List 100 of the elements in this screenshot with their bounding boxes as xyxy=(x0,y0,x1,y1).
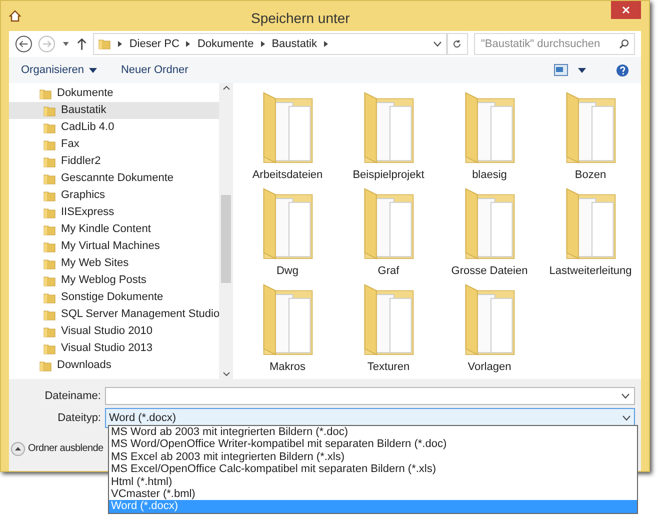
folder-icon xyxy=(39,88,52,100)
caret-icon xyxy=(88,68,97,72)
folder-label: blaesig xyxy=(472,168,507,182)
view-icon[interactable] xyxy=(554,64,568,76)
dropdown-caret-icon xyxy=(621,393,630,399)
tree-item-label: Dokumente xyxy=(57,86,114,102)
folder-icon xyxy=(43,240,56,252)
tree-item[interactable]: SQL Server Management Studio xyxy=(9,306,219,323)
folder-label: Dwg xyxy=(276,264,298,278)
folder-label: Bozen xyxy=(574,168,606,182)
scrollbar[interactable] xyxy=(219,83,233,379)
folder-icon xyxy=(43,326,56,338)
chevron-icon xyxy=(260,41,265,47)
close-button[interactable] xyxy=(611,1,641,19)
tree-item-label: Visual Studio 2010 xyxy=(61,324,153,340)
tree-item-label: My Kindle Content xyxy=(61,222,151,238)
collapse-icon[interactable] xyxy=(11,442,25,456)
search-icon xyxy=(619,39,629,49)
dropdown-option[interactable]: MS Word ab 2003 mit integrierten Bildern (*.doc) xyxy=(109,426,637,438)
tree-item-label: Graphics xyxy=(61,188,106,204)
scrollbar-thumb[interactable] xyxy=(221,195,231,283)
tree-item[interactable]: Dokumente xyxy=(9,85,219,102)
dropdown-option[interactable]: MS Excel/OpenOffice Calc-kompatibel mit separaten Bildern (*.xls) xyxy=(109,463,637,476)
tree-item[interactable]: CadLib 4.0 xyxy=(9,119,219,136)
folder-item[interactable]: blaesig xyxy=(439,87,540,183)
folder-item[interactable]: Texturen xyxy=(338,279,439,375)
toolbar-button[interactable]: Neuer Ordner xyxy=(120,62,188,78)
tree-item-label: Fiddler2 xyxy=(61,154,101,170)
folder-icon xyxy=(43,156,56,168)
dropdown-option[interactable]: MS Excel ab 2003 mit integrierten Bildern (*.xls) xyxy=(109,450,637,464)
folder-item[interactable]: Beispielprojekt xyxy=(338,87,439,183)
tree-item-label: SQL Server Management Studio xyxy=(61,307,219,322)
up-arrow-icon[interactable] xyxy=(76,37,88,51)
tree-item-label: My Weblog Posts xyxy=(61,273,146,288)
folder-icon xyxy=(43,138,56,150)
tree-item-label: My Virtual Machines xyxy=(61,239,160,254)
dropdown-caret-icon[interactable] xyxy=(432,41,442,47)
tree-item[interactable]: My Web Sites xyxy=(9,255,219,272)
folder-item[interactable]: Grosse Dateien xyxy=(439,183,540,279)
folder-icon xyxy=(39,360,52,372)
tree-item[interactable]: Fax xyxy=(9,136,219,153)
dropdown-option[interactable]: VCmaster (*.bml) xyxy=(109,488,637,500)
tree-item[interactable]: Downloads xyxy=(9,357,219,374)
tree-item-label: My Web Sites xyxy=(61,256,129,272)
tree-item[interactable]: Visual Studio 2013 xyxy=(9,340,219,357)
tree-item-label: CadLib 4.0 xyxy=(61,120,114,136)
search-field[interactable]: "Baustatik" durchsuchen xyxy=(474,33,635,55)
help-icon[interactable] xyxy=(616,64,629,76)
hide-folders-button[interactable]: Ordner ausblende xyxy=(28,441,104,456)
tree-item-label: Baustatik xyxy=(61,103,106,118)
folder-icon xyxy=(43,258,56,270)
folder-item[interactable]: Bozen xyxy=(540,87,641,183)
tree-item[interactable]: IISExpress xyxy=(9,204,219,221)
close-icon xyxy=(622,6,630,14)
folder-icon xyxy=(43,224,56,236)
folder-item[interactable]: Arbeitsdateien xyxy=(237,87,338,183)
folder-item[interactable]: Makros xyxy=(237,279,338,375)
folder-item[interactable]: Lastweiterleitung xyxy=(540,183,641,279)
toolbar-button[interactable]: Organisieren xyxy=(21,62,97,78)
filetype-label: Dateityp: xyxy=(56,410,102,426)
folder-icon xyxy=(43,172,56,184)
folder-icon xyxy=(43,104,56,116)
tree-item[interactable]: Baustatik xyxy=(9,102,219,119)
breadcrumb[interactable]: Dokumente xyxy=(197,36,254,52)
tree-item[interactable]: Visual Studio 2010 xyxy=(9,323,219,340)
tree-item[interactable]: My Virtual Machines xyxy=(9,238,219,255)
tree-item[interactable]: Sonstige Dokumente xyxy=(9,289,219,306)
refresh-button[interactable] xyxy=(446,33,468,55)
tree-item-label: Sonstige Dokumente xyxy=(61,290,164,306)
chevron-icon xyxy=(118,41,122,47)
filename-label: Dateiname: xyxy=(44,388,102,404)
tree-item[interactable]: My Kindle Content xyxy=(9,221,219,238)
tree-item-label: Gescannte Dokumente xyxy=(61,171,174,186)
breadcrumb[interactable]: Dieser PC xyxy=(129,36,180,52)
folder-icon xyxy=(43,342,56,354)
breadcrumb[interactable]: Baustatik xyxy=(272,36,317,52)
folder-item[interactable]: Graf xyxy=(338,183,439,279)
folder-label: Texturen xyxy=(367,360,410,374)
filename-field[interactable] xyxy=(105,387,635,405)
tree-item-label: IISExpress xyxy=(61,205,114,220)
folder-item[interactable]: Dwg xyxy=(237,183,338,279)
dropdown-option[interactable]: Html (*.html) xyxy=(109,476,637,488)
tree-item[interactable]: Gescannte Dokumente xyxy=(9,170,219,187)
folder-icon xyxy=(98,38,112,50)
caret-icon[interactable] xyxy=(578,68,586,72)
folder-label: Lastweiterleitung xyxy=(549,264,632,278)
folder-item[interactable]: Vorlagen xyxy=(439,279,540,375)
tree-item[interactable]: Fiddler2 xyxy=(9,153,219,170)
chevron-icon xyxy=(324,41,328,47)
caret-icon[interactable] xyxy=(62,40,70,48)
dropdown-option[interactable]: MS Word/OpenOffice Writer-kompatibel mit separaten Bildern (*.doc) xyxy=(109,438,637,451)
address-bar[interactable]: Dieser PC Dokumente Baustatik xyxy=(93,33,447,55)
folder-label: Graf xyxy=(378,264,400,278)
tree-item[interactable]: My Weblog Posts xyxy=(9,272,219,289)
tree-item-label: Fax xyxy=(61,137,80,152)
window-title: Speichern unter xyxy=(251,9,350,28)
folder-label: Beispielprojekt xyxy=(352,168,424,182)
refresh-icon xyxy=(452,39,462,49)
tree-item[interactable]: Graphics xyxy=(9,187,219,204)
folder-icon xyxy=(43,308,56,320)
